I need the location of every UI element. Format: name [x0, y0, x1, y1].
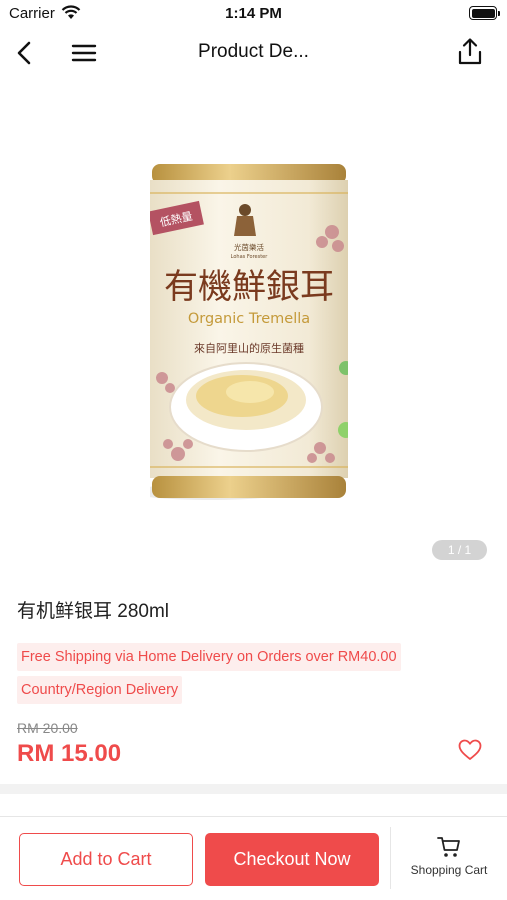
product-image: 低熱量 光茵樂活 Lohas Forester 有機鮮銀耳 Organic Tr…	[150, 164, 348, 500]
can-title-cn: 有機鮮銀耳	[164, 267, 334, 307]
image-page-indicator: 1 / 1	[432, 540, 487, 560]
battery-icon	[469, 6, 500, 20]
page-title: Product De...	[198, 41, 309, 62]
cart-icon	[437, 837, 460, 857]
product-image-gallery[interactable]: 低熱量 光茵樂活 Lohas Forester 有機鮮銀耳 Organic Tr…	[0, 78, 507, 568]
shipping-tag: Free Shipping via Home Delivery on Order…	[17, 643, 401, 671]
can-subtitle: 來自阿里山的原生菌種	[194, 341, 304, 355]
status-bar: Carrier 1:14 PM	[0, 0, 507, 28]
original-price: RM 20.00	[17, 720, 78, 736]
product-name: 有机鲜银耳 280ml	[17, 601, 170, 622]
navigation-bar: Product De...	[0, 28, 507, 78]
heart-icon[interactable]	[457, 738, 483, 762]
can-brand-cn: 光茵樂活	[234, 242, 264, 252]
bottom-action-bar: Add to Cart Checkout Now Shopping Cart	[0, 816, 507, 900]
product-detail-screen: Carrier 1:14 PM Product De... 低熱量 光茵樂活 L…	[0, 0, 507, 900]
share-icon[interactable]	[455, 36, 485, 68]
menu-icon[interactable]	[68, 38, 100, 68]
shopping-cart-button[interactable]: Shopping Cart	[391, 835, 507, 887]
add-to-cart-button[interactable]: Add to Cart	[19, 833, 193, 886]
current-price: RM 15.00	[17, 740, 122, 767]
section-divider	[0, 784, 507, 794]
can-brand-en: Lohas Forester	[231, 254, 269, 260]
back-icon[interactable]	[10, 38, 40, 68]
clock: 1:14 PM	[225, 5, 282, 22]
shopping-cart-label: Shopping Cart	[410, 863, 488, 877]
checkout-now-button[interactable]: Checkout Now	[205, 833, 379, 886]
delivery-region-tag: Country/Region Delivery	[17, 676, 183, 704]
can-title-en: Organic Tremella	[188, 311, 310, 327]
